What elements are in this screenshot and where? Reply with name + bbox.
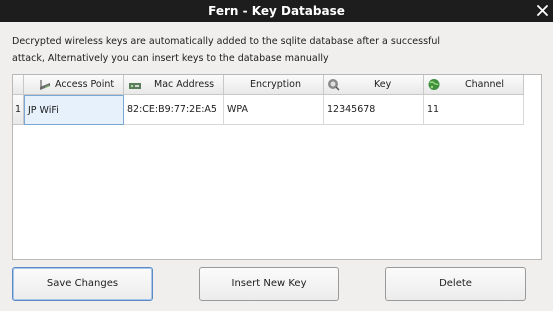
column-label-key: Key [374, 79, 392, 90]
column-label-mac-address: Mac Address [154, 79, 215, 90]
column-header-access-point[interactable]: Access Point [24, 75, 124, 95]
description-line-2: attack, Alternatively you can insert key… [12, 53, 329, 64]
column-header-key[interactable]: Key [324, 75, 424, 95]
column-header-channel[interactable]: Channel [424, 75, 524, 95]
network-card-icon [129, 83, 141, 89]
description-text: Decrypted wireless keys are automaticall… [12, 33, 542, 67]
delete-button[interactable]: Delete [385, 267, 526, 301]
title-bar: Fern - Key Database [0, 0, 553, 22]
cell-channel[interactable]: 11 [424, 95, 524, 125]
description-line-1: Decrypted wireless keys are automaticall… [12, 36, 441, 47]
column-header-mac-address[interactable]: Mac Address [124, 75, 224, 95]
column-label-encryption: Encryption [250, 79, 302, 90]
key-icon [328, 79, 340, 91]
key-database-table[interactable]: Access Point Mac Address Encryption Key … [12, 74, 542, 260]
close-button[interactable] [533, 0, 551, 22]
row-number-1[interactable]: 1 [13, 95, 24, 125]
insert-new-key-button[interactable]: Insert New Key [199, 267, 339, 301]
cell-mac-address[interactable]: 82:CE:B9:77:2E:A5 [124, 95, 224, 125]
cell-encryption[interactable]: WPA [224, 95, 324, 125]
cell-access-point[interactable]: JP WiFi [24, 95, 124, 125]
window-title: Fern - Key Database [208, 4, 345, 18]
access-point-icon [40, 80, 50, 90]
save-changes-button[interactable]: Save Changes [12, 267, 153, 301]
column-label-access-point: Access Point [55, 79, 115, 90]
column-label-channel: Channel [465, 79, 505, 90]
cell-key[interactable]: 12345678 [324, 95, 424, 125]
close-icon [536, 5, 548, 16]
globe-icon [428, 79, 440, 90]
column-header-encryption[interactable]: Encryption [224, 75, 324, 95]
table-corner-header[interactable] [13, 75, 24, 95]
